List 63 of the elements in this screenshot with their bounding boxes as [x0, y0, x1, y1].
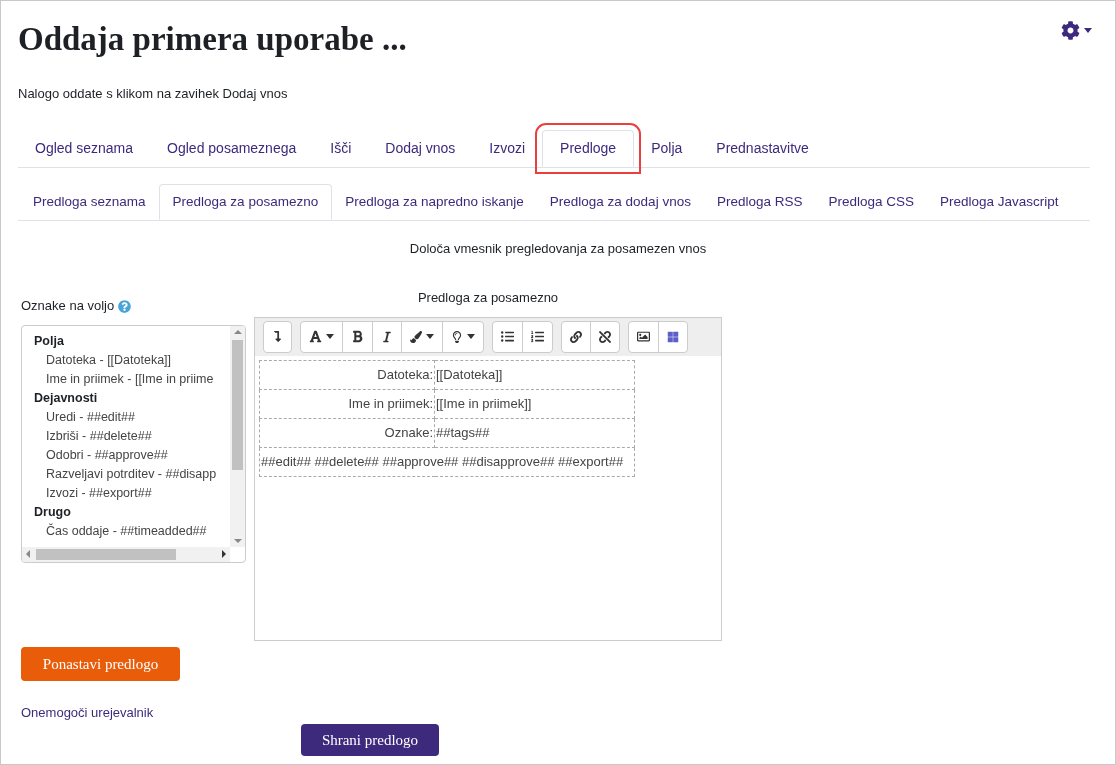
image-icon	[637, 330, 650, 344]
italic-icon	[381, 330, 393, 343]
tag-option[interactable]: Izbriši - ##delete##	[34, 426, 230, 446]
horizontal-scrollbar[interactable]	[22, 546, 230, 562]
tag-option[interactable]: Izvozi - ##export##	[34, 483, 230, 503]
reset-template-button[interactable]: Ponastavi predlogo	[21, 646, 180, 681]
tab[interactable]: Prednastavitve	[699, 129, 826, 167]
tab[interactable]: Izvozi	[472, 129, 543, 167]
tag-option[interactable]: Razveljavi potrditev - ##disapp	[34, 464, 230, 484]
intro-text: Nalogo oddate s klikom na zavihek Dodaj vnos	[18, 85, 289, 104]
vertical-scrollbar[interactable]	[230, 325, 245, 547]
table-cell: [[Ime in priimek]]	[434, 389, 635, 419]
tab[interactable]: Ogled posameznega	[150, 129, 314, 167]
tag-option[interactable]: Ime in priimek - [[Ime in priime	[34, 369, 230, 389]
tags-label: Oznake na voljo	[21, 297, 115, 316]
tab[interactable]: Ogled seznama	[18, 129, 151, 167]
save-template-button[interactable]: Shrani predlogo	[301, 724, 439, 757]
editor[interactable]: Datoteka: [[Datoteka]] Ime in priimek: [[Ime in priimek]] Oznake: ##tags## ##edit## ##delete## ##approve## ##disapprove## ##export##	[254, 316, 722, 641]
table-cell: Ime in priimek:	[259, 389, 435, 419]
link-icon	[570, 330, 582, 343]
tag-group-heading: Drugo	[34, 503, 72, 521]
bullet-list-icon	[501, 330, 514, 344]
settings-menu[interactable]	[1061, 21, 1092, 40]
tag-group-heading: Dejavnosti	[34, 389, 99, 407]
arrow-down-icon	[272, 331, 283, 343]
show-more-button[interactable]	[263, 320, 292, 353]
page-title: Oddaja primera uporabe ...	[18, 20, 407, 59]
editor-label: Predloga za posamezno	[416, 289, 560, 308]
tab[interactable]: Polja	[634, 129, 700, 167]
tag-option[interactable]: Datoteka - [[Datoteka]]	[34, 350, 230, 370]
help-icon[interactable]	[118, 299, 132, 313]
unlink-icon	[599, 330, 611, 343]
disable-editor-link[interactable]: Onemogoči urejevalnik	[21, 702, 246, 723]
tab[interactable]: Predloga seznama	[20, 183, 159, 220]
tab[interactable]: Predloga CSS	[815, 183, 928, 220]
caret-icon	[326, 334, 334, 340]
tag-option[interactable]: Odobri - ##approve##	[34, 445, 230, 465]
tab[interactable]: Predloga za napredno iskanje	[332, 183, 537, 220]
bold-icon	[351, 330, 364, 344]
caret-icon	[1084, 28, 1092, 33]
tab[interactable]: Predloga Javascript	[927, 183, 1072, 220]
tag-list[interactable]	[21, 324, 246, 563]
tag-group-heading: Polja	[34, 332, 65, 350]
table-cell: Oznake:	[259, 418, 435, 448]
table-cell: ##edit## ##delete## ##approve## ##disapprove## ##export##	[259, 447, 635, 477]
brush-icon	[410, 330, 422, 343]
tag-option[interactable]: Čas oddaje - ##timeadded##	[34, 521, 230, 541]
font-icon	[309, 330, 322, 344]
caret-icon	[426, 334, 434, 340]
tab[interactable]: Išči	[313, 129, 369, 167]
tab[interactable]: Dodaj vnos	[368, 129, 473, 167]
description-text: Določa vmesnik pregledovanja za posamezen vnos	[408, 239, 708, 258]
table-cell: [[Datoteka]]	[434, 360, 635, 390]
tab[interactable]: Predloga za posamezno	[158, 183, 333, 220]
lightbulb-icon	[451, 330, 463, 343]
settings-icon	[1061, 21, 1080, 40]
caret-icon	[467, 334, 475, 340]
tab[interactable]: Predloga RSS	[703, 183, 816, 220]
tag-option[interactable]: Uredi - ##edit##	[34, 407, 230, 427]
tab[interactable]: Predloga za dodaj vnos	[536, 183, 704, 220]
table-cell: Datoteka:	[259, 360, 435, 390]
numbered-list-icon	[531, 330, 544, 344]
table-cell: ##tags##	[434, 418, 635, 448]
